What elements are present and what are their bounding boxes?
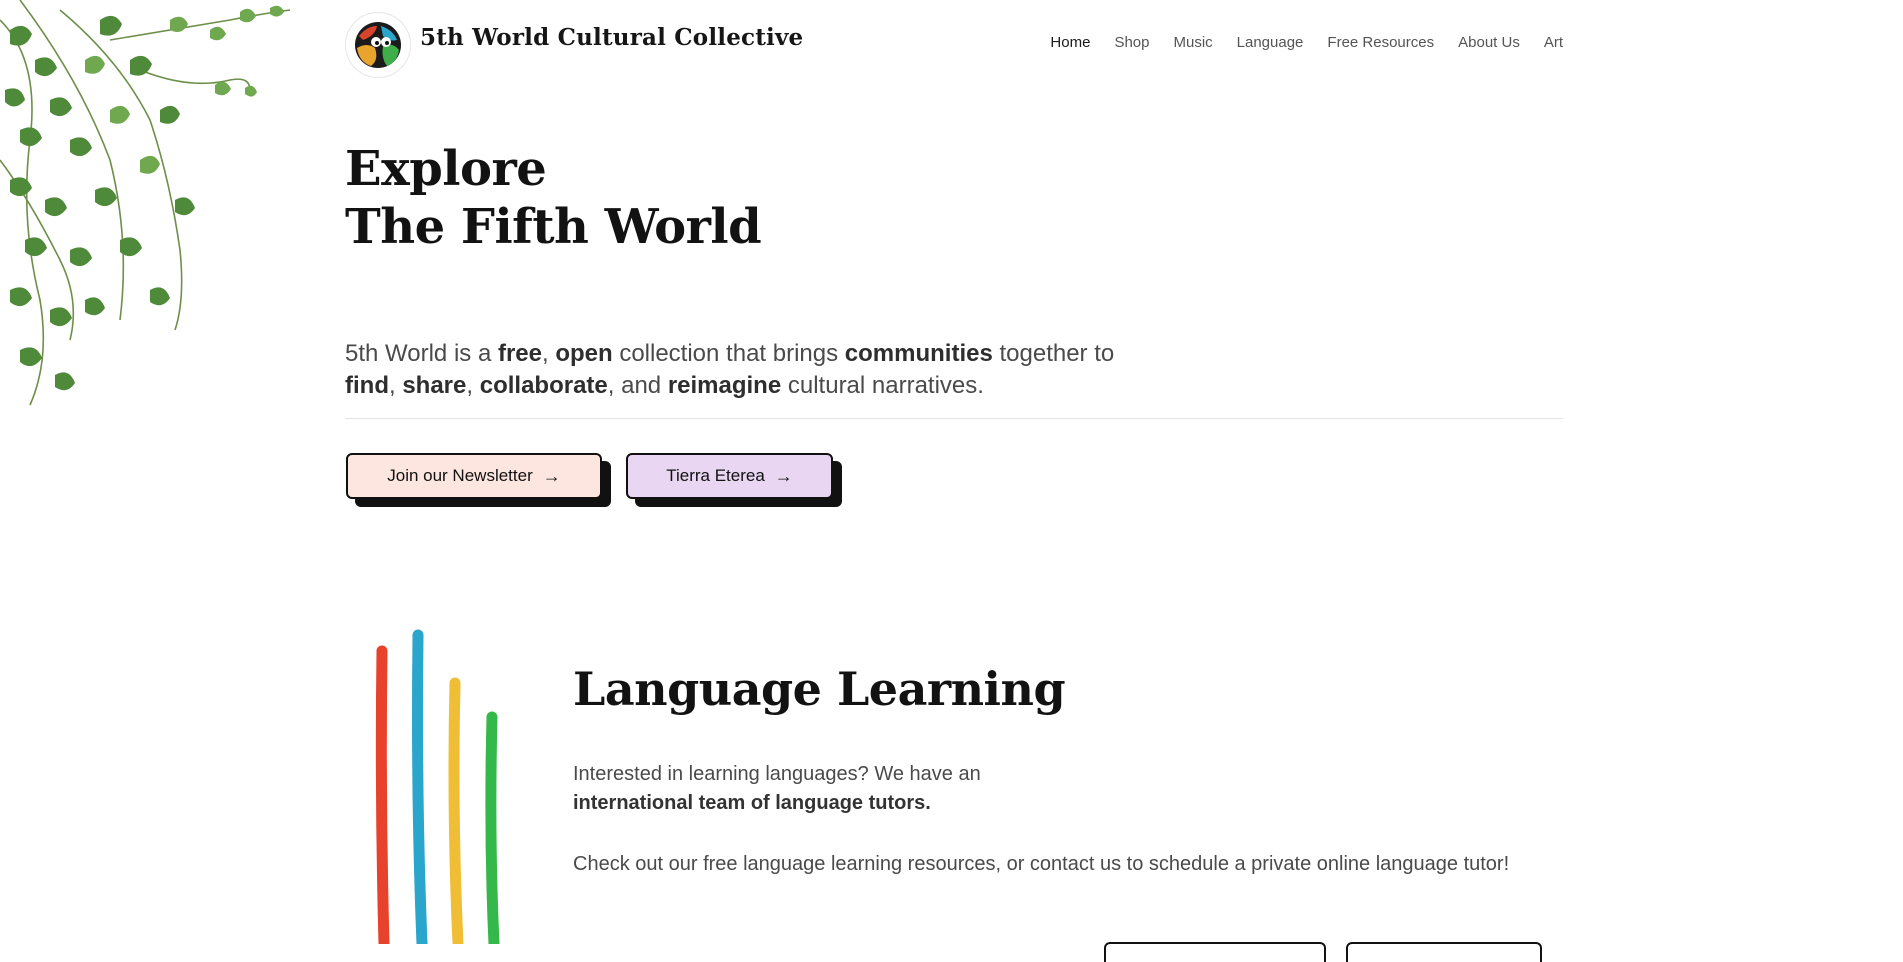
language-intro-bold: international team of language tutors. [573,792,931,814]
hero-text-bold: collaborate [479,372,608,399]
nav-music[interactable]: Music [1173,34,1212,51]
hero-text-segment: , [541,340,556,367]
join-newsletter-button[interactable]: Join our Newsletter → [346,453,602,499]
language-intro: Interested in learning languages? We hav… [573,760,1073,818]
hero-text-bold: communities [844,340,993,367]
hero-text-bold: reimagine [667,372,782,399]
hero-title-line2: The Fifth World [345,199,762,255]
brand-name[interactable]: 5th World Cultural Collective [420,24,803,51]
nav-free-resources[interactable]: Free Resources [1327,34,1434,51]
nav-shop[interactable]: Shop [1114,34,1149,51]
tierra-eterea-label: Tierra Eterea [666,466,765,485]
language-resources-text: Check out our free language learning res… [573,853,1510,875]
tierra-eterea-button[interactable]: Tierra Eterea → [626,453,833,499]
arrow-right-icon: → [774,465,793,486]
hero-text-segment: cultural narratives. [781,372,984,399]
nav-language[interactable]: Language [1237,34,1304,51]
nav-art[interactable]: Art [1544,34,1563,51]
hero-text-bold: free [497,340,542,367]
language-learning-title: Language Learning [573,662,1066,716]
hero-text-segment: , [466,372,480,399]
nav-home[interactable]: Home [1050,34,1090,51]
hero-title: Explore The Fifth World [345,140,762,256]
hero-description: 5th World is a free, open collection tha… [345,338,1165,402]
logo-badge[interactable] [345,12,411,78]
hero-divider [345,418,1563,419]
hero-text-bold: find [345,372,389,399]
ivy-vine-decoration [0,0,291,406]
language-cta-button-partial[interactable] [1346,942,1542,962]
site-header: 5th World Cultural Collective Home Shop … [345,12,1563,82]
language-cta-button-partial[interactable] [1104,942,1326,962]
hero-text-segment: collection that brings [612,340,845,367]
colored-stripes-decoration [375,629,500,944]
hero-text-segment: , [388,372,403,399]
globe-logo-icon [355,22,401,68]
hero-text-bold: open [555,340,613,367]
hero-text-bold: share [402,372,467,399]
arrow-right-icon: → [542,465,561,486]
hero-text-segment: 5th World is a [345,340,498,367]
hero-title-line1: Explore [345,141,547,197]
language-intro-text: Interested in learning languages? We hav… [573,763,981,785]
main-nav: Home Shop Music Language Free Resources … [1050,34,1563,51]
nav-about-us[interactable]: About Us [1458,34,1520,51]
join-newsletter-label: Join our Newsletter [387,466,533,485]
hero-text-segment: , and [607,372,668,399]
hero-text-segment: together to [992,340,1115,367]
